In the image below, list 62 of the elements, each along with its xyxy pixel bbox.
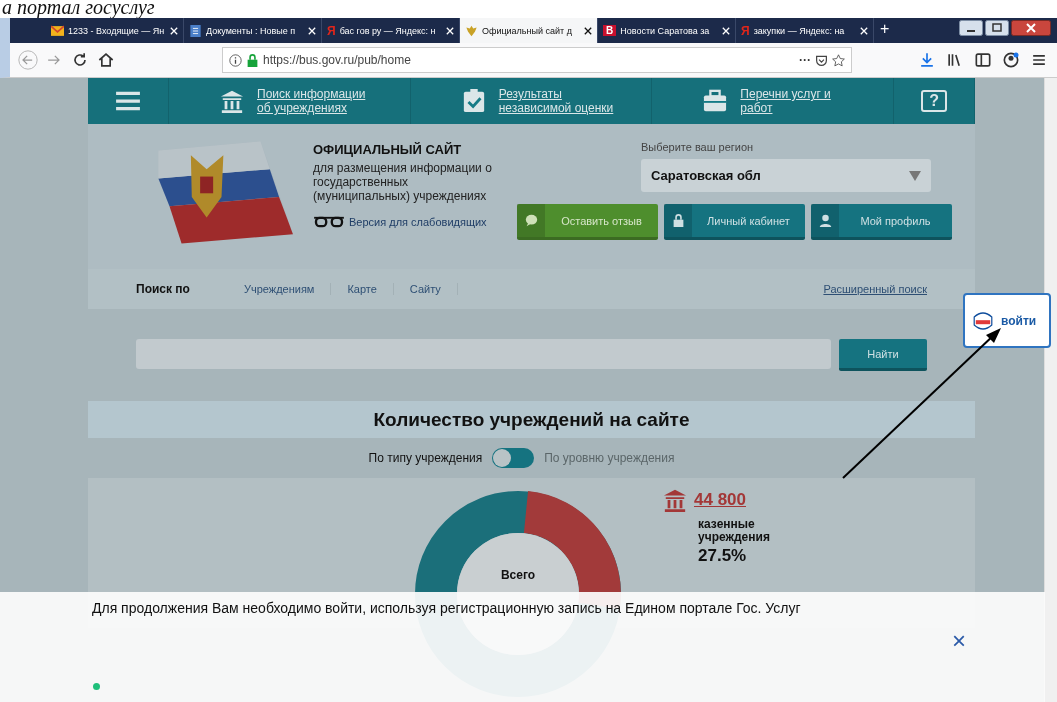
search-tab[interactable]: Карте xyxy=(331,283,394,295)
close-icon[interactable] xyxy=(1011,20,1051,36)
account-icon[interactable] xyxy=(1001,50,1021,70)
header-button[interactable]: Оставить отзыв xyxy=(517,204,658,240)
yandex-letter-icon: Я xyxy=(327,23,336,38)
padlock-icon xyxy=(246,53,259,67)
star-icon[interactable] xyxy=(832,53,845,67)
maximize-icon[interactable] xyxy=(985,20,1009,36)
nav-link[interactable]: Перечни услуг и работ xyxy=(740,87,861,115)
building-icon xyxy=(219,89,245,113)
person-icon xyxy=(818,214,832,227)
low-vision-link[interactable]: Версия для слабовидящих xyxy=(349,215,487,228)
pocket-icon[interactable] xyxy=(815,53,828,67)
padlock-icon xyxy=(671,214,685,227)
caret-icon xyxy=(909,170,921,181)
page-actions-button[interactable]: ··· xyxy=(799,53,811,67)
stats-heading: Количество учреждений на сайте xyxy=(88,401,975,438)
stat-label: казенные учреждения xyxy=(698,518,771,544)
header-button[interactable]: Личный кабинет xyxy=(664,204,805,240)
address-bar[interactable]: https://bus.gov.ru/pub/home ··· xyxy=(222,47,852,73)
advanced-search-link[interactable]: Расширенный поиск xyxy=(823,283,927,295)
toggle-switch[interactable] xyxy=(492,448,535,468)
region-label: Выберите ваш регион xyxy=(641,141,755,153)
back-icon[interactable] xyxy=(18,50,38,70)
eagle-crest-icon xyxy=(465,24,478,37)
info-icon xyxy=(229,53,242,67)
minimize-icon[interactable] xyxy=(959,20,983,36)
chat-bubble-icon xyxy=(524,214,538,227)
stat-percent: 27.5% xyxy=(698,546,748,566)
letter-badge-icon: B xyxy=(603,25,617,36)
nav-link[interactable]: Результаты независимой оценки xyxy=(498,87,619,115)
search-tab[interactable]: Сайту xyxy=(393,283,458,295)
site-subtitle: для размещения информации о государственных (муниципальных) учреждениях xyxy=(313,161,493,203)
login-button[interactable]: войти xyxy=(963,293,1051,348)
region-select[interactable]: Саратовская обл xyxy=(641,159,931,192)
toggle-option[interactable]: По типу учреждения xyxy=(368,451,483,465)
yandex-letter-icon: Я xyxy=(741,23,750,38)
glasses-icon xyxy=(313,215,345,228)
close-icon[interactable] xyxy=(584,26,592,35)
search-tab[interactable]: Учреждениям xyxy=(227,283,332,295)
stat-value-link[interactable]: 44 800 xyxy=(694,490,746,510)
envelope-icon xyxy=(51,24,64,37)
document-icon xyxy=(189,24,202,37)
nav-link[interactable]: Поиск информации об учреждениях xyxy=(257,87,377,115)
search-input[interactable] xyxy=(136,339,831,369)
scrollbar[interactable] xyxy=(1044,78,1057,702)
help-button[interactable]: ? xyxy=(921,90,947,112)
briefcase-icon xyxy=(702,89,729,113)
search-button[interactable]: Найти xyxy=(839,339,927,371)
sidebar-icon[interactable] xyxy=(973,50,993,70)
new-tab-button[interactable]: + xyxy=(874,18,896,43)
total-label: Всего xyxy=(499,568,537,582)
caption-text: а портал госуслуг xyxy=(1,0,156,18)
banner-message: Для продолжения Вам необходимо войти, используя регистрационную запись на Едином портале Гос. Услуг xyxy=(92,600,801,616)
building-icon xyxy=(662,488,688,512)
status-dot xyxy=(93,683,100,690)
site-title: ОФИЦИАЛЬНЫЙ САЙТ xyxy=(313,142,463,157)
home-icon[interactable] xyxy=(96,50,116,70)
header-button[interactable]: Мой профиль xyxy=(811,204,952,240)
browser-tab[interactable]: Официальный сайт д xyxy=(460,18,598,43)
search-by-label: Поиск по xyxy=(136,282,190,296)
close-button[interactable]: × xyxy=(948,628,970,654)
